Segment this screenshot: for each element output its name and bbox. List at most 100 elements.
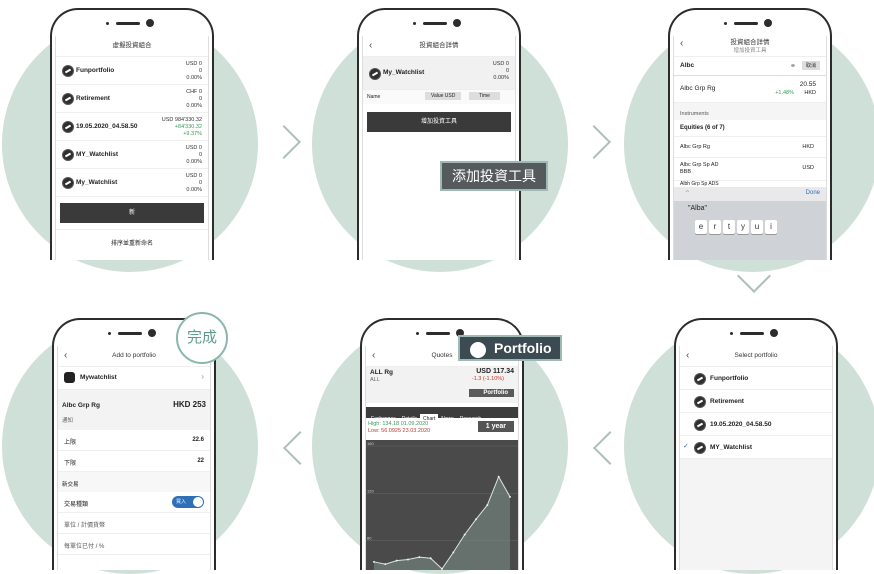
portfolio-name: Retirement: [76, 95, 110, 102]
portfolio-button[interactable]: Portfolio: [469, 389, 514, 397]
equities-header: Equities (6 of 7): [674, 120, 826, 137]
lower-limit-value[interactable]: 22: [197, 458, 204, 464]
portfolio-value: USD 0: [185, 173, 202, 179]
back-icon[interactable]: ‹: [680, 39, 683, 49]
search-input[interactable]: Albc: [680, 62, 694, 69]
arrow-left-1: [593, 431, 627, 465]
key[interactable]: r: [709, 220, 721, 234]
key[interactable]: y: [737, 220, 749, 234]
portfolio-icon: [369, 68, 381, 80]
option-label: Funportfolio: [710, 375, 749, 382]
keyboard-suggestion[interactable]: "Alba": [674, 201, 826, 216]
price-point: [441, 567, 443, 570]
portfolio-icon: [64, 372, 75, 383]
portfolio-row[interactable]: 19.05.2020_04.58.50 USD 984'330.32 +84'33…: [56, 113, 208, 141]
portfolio-name: MY_Watchlist: [76, 151, 119, 158]
portfolio-selector[interactable]: Mywatchlist ›: [58, 367, 210, 390]
page-title: Select portfolio: [734, 352, 778, 359]
key[interactable]: e: [695, 220, 707, 234]
upper-limit-row[interactable]: 上限 22.6: [58, 430, 210, 451]
page-title: Quotes: [431, 352, 453, 359]
price-point: [418, 556, 421, 559]
portfolio-row[interactable]: Retirement CHF 0 0 0.00%: [56, 85, 208, 113]
units-row[interactable]: 單位 / 計價貨幣: [58, 513, 210, 534]
portfolio-change: 0: [198, 68, 202, 74]
lower-limit-row[interactable]: 下限 22: [58, 451, 210, 472]
list-item[interactable]: Albc Grp Rg HKD: [674, 137, 826, 158]
key[interactable]: u: [751, 220, 763, 234]
portfolio-change: 0: [198, 152, 202, 158]
add-instrument-button[interactable]: 增加投資工具: [367, 112, 511, 132]
price-point: [429, 557, 432, 560]
price-point: [475, 518, 477, 521]
back-icon[interactable]: ‹: [372, 346, 375, 366]
portfolio-row[interactable]: MY_Watchlist USD 0 0 0.00%: [56, 141, 208, 169]
portfolio-option[interactable]: Retirement: [680, 390, 832, 413]
portfolio-row[interactable]: Funportfolio USD 0 0 0.00%: [56, 57, 208, 85]
period-selector[interactable]: 1 year: [477, 421, 514, 432]
portfolio-icon: [694, 373, 706, 385]
portfolio-callout: Portfolio: [458, 335, 562, 361]
item-name: Albc Grp Sp AD: [680, 162, 719, 168]
price-point: [463, 533, 466, 536]
trade-type-toggle[interactable]: 買入: [172, 496, 204, 508]
back-icon[interactable]: ‹: [686, 346, 689, 366]
portfolio-change: 0: [198, 180, 202, 186]
back-icon[interactable]: ‹: [369, 36, 372, 56]
chart-low: Low: 56.0925 23.03.2020: [368, 428, 431, 434]
value-usd-button[interactable]: Value USD: [425, 92, 462, 100]
done-button[interactable]: Done: [806, 190, 820, 196]
cancel-button[interactable]: 取消: [801, 61, 820, 70]
portfolio-callout-icon: [470, 342, 486, 358]
price-point: [407, 558, 409, 561]
chevron-up-icon[interactable]: ⌃: [684, 189, 691, 198]
option-label: Retirement: [710, 398, 744, 405]
arrow-right-1: [267, 125, 301, 159]
portfolio-row[interactable]: My_Watchlist USD 0 0 0.00%: [56, 169, 208, 197]
paid-row[interactable]: 每單位已付 / %: [58, 534, 210, 555]
portfolio-option-selected[interactable]: ✓ MY_Watchlist: [680, 436, 832, 459]
portfolio-button-label: Portfolio: [483, 390, 508, 396]
new-trade-section: 新交易: [58, 472, 210, 492]
key[interactable]: t: [723, 220, 735, 234]
add-instrument-callout: 添加投資工具: [440, 161, 548, 191]
check-icon: ✓: [683, 443, 689, 450]
result-price: 20.55: [799, 81, 816, 88]
portfolio-name: Funportfolio: [76, 67, 115, 74]
portfolio-value: USD 0: [185, 61, 202, 67]
portfolio-pct: +9.37%: [183, 131, 202, 137]
y-tick-label: 80: [367, 536, 372, 541]
list-item[interactable]: Albc Grp Sp AD BBB USD: [674, 158, 826, 181]
option-label: MY_Watchlist: [710, 444, 753, 451]
chart-stats: High: 134.18 01.09.2020 Low: 56.0925 23.…: [366, 418, 518, 440]
portfolio-icon: [694, 442, 706, 454]
sort-rename-button[interactable]: 排序並重新命名: [56, 229, 208, 247]
new-portfolio-button[interactable]: 新: [60, 203, 204, 223]
key[interactable]: i: [765, 220, 777, 234]
price-point: [486, 504, 489, 507]
portfolio-icon: [694, 419, 706, 431]
portfolio-icon: [62, 65, 74, 77]
instrument-sub: ALL: [370, 377, 380, 383]
column-header: Name Value USD Time: [363, 90, 515, 104]
search-result[interactable]: Albc Grp Rg +1.48% 20.55 HKD: [674, 76, 826, 103]
trade-type-row[interactable]: 交易種類 買入: [58, 492, 210, 513]
page-title: 投資組合詳情: [419, 42, 459, 49]
page-subtitle: 增加投資工具: [733, 48, 767, 54]
portfolio-option[interactable]: 19.05.2020_04.58.50: [680, 413, 832, 436]
item-sub: BBB: [680, 169, 692, 175]
portfolio-pct: 0.00%: [186, 187, 202, 193]
portfolio-summary: My_Watchlist USD 0 0 0.00%: [363, 57, 515, 90]
price-chart: 160 120 80: [366, 440, 518, 570]
add-to-portfolio-screen: ‹ Add to portfolio Mywatchlist › Albc Grp…: [57, 346, 211, 570]
time-button[interactable]: Time: [469, 92, 500, 100]
paid-label: 每單位已付 / %: [64, 544, 105, 550]
upper-limit-value[interactable]: 22.6: [192, 437, 204, 443]
back-icon[interactable]: ‹: [64, 346, 67, 366]
chevron-right-icon: ›: [201, 372, 204, 381]
item-name: Albc Grp Rg: [680, 144, 710, 150]
portfolio-option[interactable]: Funportfolio: [680, 367, 832, 390]
portfolio-change: +84'330.32: [174, 124, 202, 130]
keyboard: "Alba" ertyui: [674, 201, 826, 260]
done-badge: 完成: [176, 312, 228, 364]
